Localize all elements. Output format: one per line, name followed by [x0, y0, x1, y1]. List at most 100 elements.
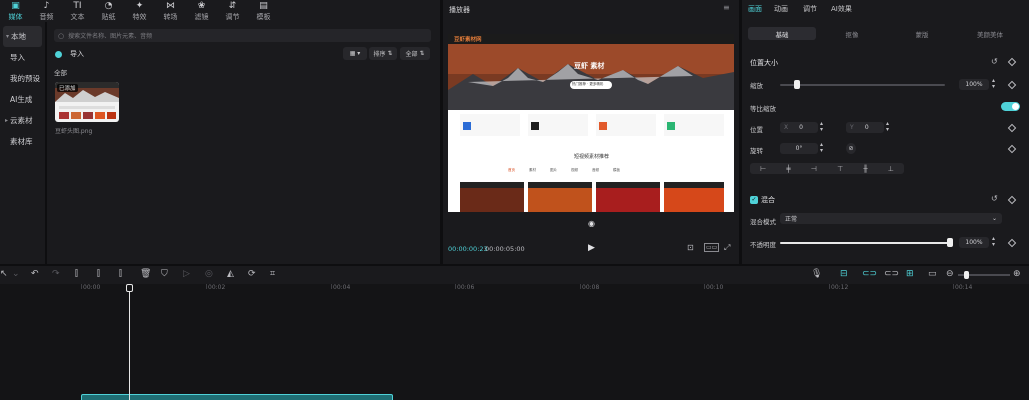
sort-button[interactable]: 排序 ⇅ [369, 47, 397, 60]
tool-media[interactable]: ▣ 媒体 [0, 0, 31, 22]
subtab-beauty[interactable]: 美颜美体 [956, 27, 1024, 40]
uniform-scale-toggle[interactable] [1001, 102, 1020, 111]
split-right-icon[interactable]: ⫿ [119, 269, 122, 279]
tab-animation[interactable]: 动画 [774, 4, 788, 14]
stepper-icon[interactable]: ▴ ▾ [820, 121, 823, 133]
align-bottom-icon[interactable]: ⊥ [888, 165, 894, 173]
align-left-icon[interactable]: ⊢ [760, 165, 766, 173]
opacity-value[interactable]: 100% [959, 237, 989, 248]
magnet-icon[interactable]: ⊂⊃ [862, 269, 877, 279]
tool-filter[interactable]: ❀ 滤镜 [186, 0, 217, 22]
crop-icon[interactable]: ⌗ [270, 269, 275, 279]
media-file-name: 豆虾头图.png [55, 128, 93, 135]
undo-icon[interactable]: ↶ [31, 269, 39, 279]
playhead-handle[interactable] [126, 284, 133, 292]
stepper-icon[interactable]: ▴ ▾ [886, 121, 889, 133]
preview-canvas[interactable]: 豆虾素材网 豆虾 素材 热门推荐 · 更多精彩 短视频素材推荐 首页 素材 图片… [448, 34, 734, 212]
sidebar-item-library[interactable]: 素材库 [0, 131, 45, 152]
video-clip[interactable] [81, 394, 393, 400]
playhead[interactable] [129, 284, 130, 400]
keyframe-icon[interactable] [1007, 144, 1017, 154]
tool-sticker[interactable]: ◔ 贴纸 [93, 0, 124, 22]
align-middle-icon[interactable]: ╫ [863, 165, 867, 173]
time-tick: 00:06 [457, 284, 475, 291]
tab-ai-effects[interactable]: AI效果 [831, 4, 852, 14]
keyframe-icon[interactable] [1007, 80, 1017, 90]
camera-icon[interactable]: ◉ [588, 219, 595, 228]
sidebar-item-ai[interactable]: AI生成 [0, 89, 45, 110]
tool-template[interactable]: ▤ 模板 [248, 0, 279, 22]
blend-checkbox[interactable]: ✓ [750, 196, 758, 204]
blend-mode-select[interactable]: 正常 ⌄ [780, 213, 1002, 224]
rotate-dial-icon[interactable]: ⊘ [846, 143, 856, 154]
filter-button[interactable]: 全部 ⇅ [400, 47, 430, 60]
stepper-icon[interactable]: ▴ ▾ [820, 142, 823, 154]
import-button[interactable]: 导入 [55, 48, 84, 60]
link-icon[interactable]: ⊂⊃ [884, 269, 899, 279]
redo-icon[interactable]: ↷ [52, 269, 60, 279]
opacity-slider-knob[interactable] [947, 238, 953, 247]
split-left-icon[interactable]: ⫿ [97, 269, 100, 279]
tool-text[interactable]: TI 文本 [62, 0, 93, 22]
sidebar-item-local[interactable]: ▾ 本地 [3, 26, 42, 47]
keyframe-icon[interactable] [1007, 195, 1017, 205]
keyframe-icon[interactable] [1007, 57, 1017, 67]
tab-picture[interactable]: 画面 [748, 4, 762, 14]
split-icon[interactable]: ⫿ [75, 269, 78, 279]
freeze-icon[interactable]: ◎ [205, 269, 213, 279]
microphone-icon[interactable]: 🎙 [811, 269, 822, 279]
scale-value[interactable]: 100% [959, 79, 989, 90]
blend-mode-value: 正常 [785, 216, 798, 223]
position-x-input[interactable]: X0 [780, 122, 818, 133]
play-icon[interactable]: ▶ [588, 243, 595, 253]
stepper-icon[interactable]: ▴ ▾ [992, 78, 995, 90]
opacity-slider-track[interactable] [780, 242, 950, 244]
ratio-icon[interactable]: ▭▭ [704, 243, 720, 252]
fullscreen-icon[interactable]: ⤢ [724, 243, 730, 253]
zoom-in-icon[interactable]: ⊕ [1013, 269, 1021, 279]
play-circle-icon[interactable]: ▷ [183, 269, 190, 279]
rotate-icon[interactable]: ⟳ [248, 269, 256, 279]
align-center-icon[interactable]: ╪ [786, 165, 790, 173]
scale-slider-track[interactable] [780, 84, 945, 86]
timeline[interactable]: 00:00 00:02 00:04 00:06 00:08 00:10 00:1… [0, 284, 1029, 400]
rotate-input[interactable]: 0° [780, 143, 818, 154]
reset-icon[interactable]: ↺ [991, 194, 998, 203]
view-toggle-button[interactable]: ▦ ▾ [343, 47, 367, 60]
main-track-icon[interactable]: ⊟ [840, 269, 848, 279]
cursor-icon[interactable]: ↖ [0, 269, 8, 279]
reset-icon[interactable]: ↺ [991, 57, 998, 66]
mirror-icon[interactable]: ◭ [227, 269, 234, 279]
stepper-icon[interactable]: ▴ ▾ [992, 236, 995, 248]
keyframe-icon[interactable] [1007, 123, 1017, 133]
subtab-cutout[interactable]: 抠像 [818, 27, 886, 40]
tab-adjust[interactable]: 调节 [803, 4, 817, 14]
media-thumbnail[interactable]: 已添加 [55, 82, 119, 122]
tool-audio[interactable]: ♪ 音频 [31, 0, 62, 22]
caret-right-icon: ▸ [5, 117, 9, 124]
menu-icon[interactable]: ≡ [723, 3, 730, 12]
tool-effects[interactable]: ✦ 特效 [124, 0, 155, 22]
subtab-basic[interactable]: 基础 [748, 27, 816, 40]
fit-icon[interactable]: ⊡ [687, 243, 694, 252]
zoom-slider-knob[interactable] [964, 271, 969, 279]
search-placeholder: 搜索文件名称、图片元素、音频 [68, 33, 153, 40]
sidebar-item-import[interactable]: 导入 [0, 47, 45, 68]
shield-icon[interactable]: ⛉ [161, 269, 168, 279]
scale-slider-knob[interactable] [793, 80, 800, 89]
align-right-icon[interactable]: ⊣ [811, 165, 817, 173]
tool-adjust[interactable]: ⇵ 调节 [217, 0, 248, 22]
search-input[interactable]: ○ 搜索文件名称、图片元素、音频 [54, 29, 431, 42]
align-top-icon[interactable]: ⊤ [837, 165, 843, 173]
subtab-mask[interactable]: 蒙版 [888, 27, 956, 40]
keyframe-icon[interactable] [1007, 238, 1017, 248]
preview-axis-icon[interactable]: ⊞ [906, 269, 914, 279]
caption-icon[interactable]: ▭ [928, 269, 937, 279]
tool-transition[interactable]: ⋈ 转场 [155, 0, 186, 22]
chevron-down-icon[interactable]: ⌄ [12, 269, 20, 279]
position-y-input[interactable]: Y0 [846, 122, 884, 133]
delete-icon[interactable]: 🗑 [140, 269, 151, 279]
sidebar-item-presets[interactable]: 我的预设 [0, 68, 45, 89]
sidebar-item-cloud[interactable]: ▸ 云素材 [0, 110, 45, 131]
zoom-out-icon[interactable]: ⊖ [946, 269, 954, 279]
